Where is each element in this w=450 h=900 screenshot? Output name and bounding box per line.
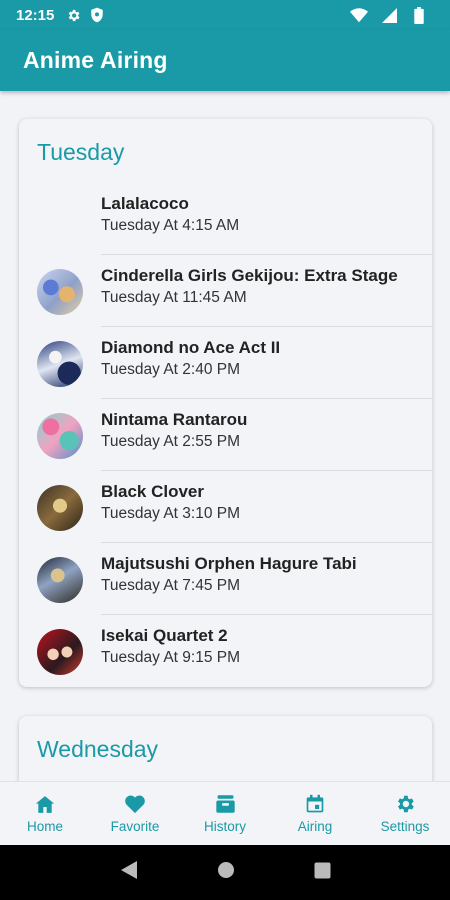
anime-air-time: Tuesday At 11:45 AM [101,289,247,306]
status-bar: 12:15 [0,0,450,30]
calendar-icon [304,793,326,815]
wifi-icon [350,6,368,24]
anime-thumbnail [37,557,83,603]
app-title: Anime Airing [23,47,168,73]
day-heading: Tuesday [37,139,125,165]
inbox-icon [214,793,236,815]
app-bar: Anime Airing [0,30,450,91]
anime-title: Nintama Rantarou [101,410,248,429]
nav-label: Favorite [110,819,160,834]
day-card-tuesday: Tuesday Lalalacoco Tuesday At 4:15 AM Ci… [19,119,432,687]
anime-row[interactable]: Cinderella Girls Gekijou: Extra Stage Tu… [19,255,432,327]
nav-history[interactable]: History [180,782,270,845]
anime-thumbnail [37,341,83,387]
anime-thumbnail [37,413,83,459]
nav-label: Airing [297,819,333,834]
anime-row[interactable]: Nintama Rantarou Tuesday At 2:55 PM [19,399,432,471]
nav-label: Home [26,819,63,834]
anime-air-time: Tuesday At 2:40 PM [101,361,241,378]
gear-icon [394,793,416,815]
anime-title: Isekai Quartet 2 [101,626,228,645]
home-icon [34,793,56,815]
anime-row[interactable]: Majutsushi Orphen Hagure Tabi Tuesday At… [19,543,432,615]
battery-icon [410,6,428,24]
anime-title: Diamond no Ace Act II [101,338,281,357]
nav-airing[interactable]: Airing [270,782,360,845]
bottom-navigation: Home Favorite History Airing Settings [0,781,450,845]
heart-icon [124,793,146,815]
back-icon[interactable] [120,860,138,885]
anime-title: Majutsushi Orphen Hagure Tabi [101,554,357,573]
anime-title: Lalalacoco [101,194,189,213]
settings-status-icon [64,6,82,24]
nav-home[interactable]: Home [0,782,90,845]
day-card-wednesday: Wednesday [19,716,432,781]
recents-icon[interactable] [314,862,331,884]
home-circle-icon[interactable] [217,861,235,884]
nav-settings[interactable]: Settings [360,782,450,845]
anime-air-time: Tuesday At 4:15 AM [101,217,240,234]
shield-status-icon [88,6,106,24]
anime-title: Black Clover [101,482,204,501]
anime-row[interactable]: Isekai Quartet 2 Tuesday At 9:15 PM [19,615,432,687]
anime-thumbnail [37,269,83,315]
nav-favorite[interactable]: Favorite [90,782,180,845]
airing-schedule[interactable]: Tuesday Lalalacoco Tuesday At 4:15 AM Ci… [0,91,450,781]
anime-title: Cinderella Girls Gekijou: Extra Stage [101,266,398,285]
day-heading: Wednesday [37,736,159,762]
anime-air-time: Tuesday At 3:10 PM [101,505,241,522]
anime-air-time: Tuesday At 9:15 PM [101,649,241,666]
anime-row[interactable]: Diamond no Ace Act II Tuesday At 2:40 PM [19,327,432,399]
anime-row[interactable]: Lalalacoco Tuesday At 4:15 AM [19,183,432,255]
nav-label: History [203,819,246,834]
status-time: 12:15 [16,6,55,24]
anime-air-time: Tuesday At 2:55 PM [101,433,241,450]
system-navigation-bar [0,845,450,900]
anime-air-time: Tuesday At 7:45 PM [101,577,241,594]
signal-icon [380,6,398,24]
anime-thumbnail [37,629,83,675]
nav-label: Settings [380,819,430,834]
anime-thumbnail [37,485,83,531]
anime-row[interactable]: Black Clover Tuesday At 3:10 PM [19,471,432,543]
